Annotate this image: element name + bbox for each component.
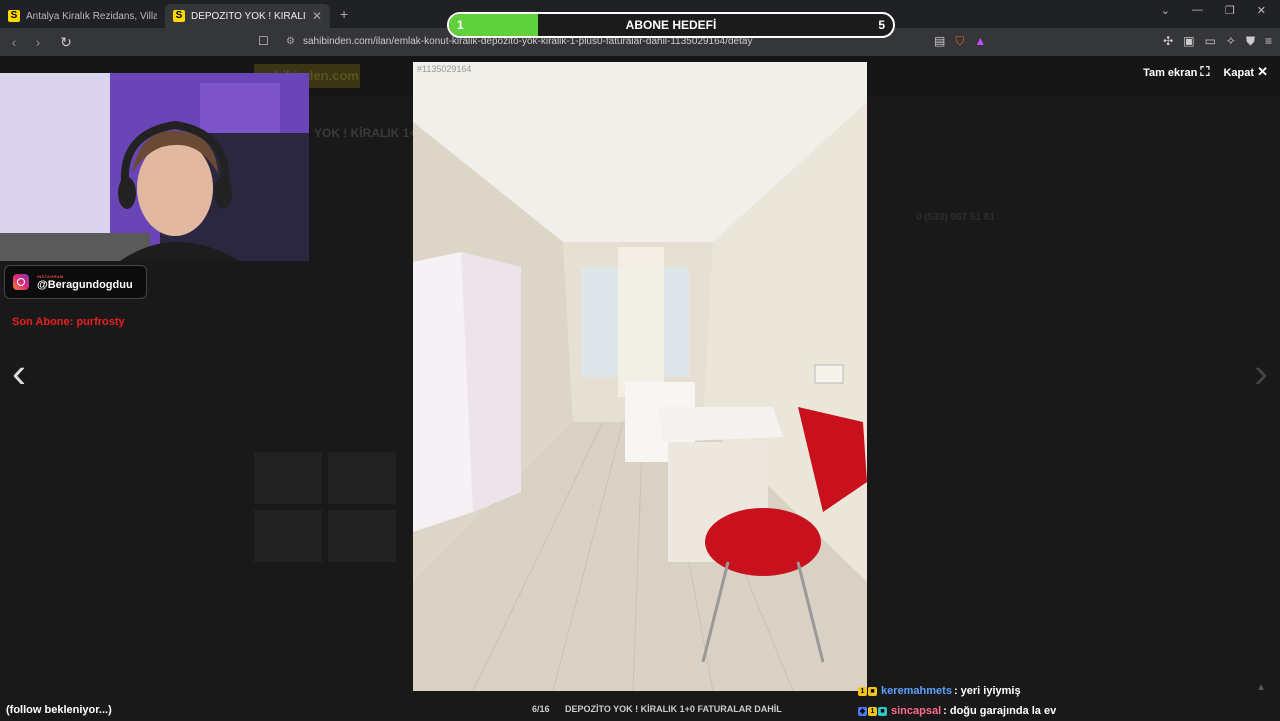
forward-icon[interactable]: › (28, 34, 48, 50)
reload-icon[interactable]: ↻ (56, 34, 76, 51)
goal-title: ABONE HEDEFİ (625, 18, 717, 32)
sahibinden-favicon: S (8, 10, 20, 22)
instagram-badge: INSTAGRAM @Beragundogduu (4, 265, 147, 299)
thumbnail (254, 510, 322, 562)
tab-title: Antalya Kiralık Rezidans, Villa, Müstaki… (26, 10, 157, 22)
photo-id: #1135029164 (417, 64, 472, 74)
webcam-illustration (0, 73, 309, 261)
address-actions: ▤ ⛉ ▲ (934, 34, 986, 49)
subscriber-badge-icon: 1 (868, 706, 877, 716)
room-photo-illustration (413, 62, 867, 691)
chat-message: 1 ■ keremahmets : yeri iyiymiş (858, 681, 1158, 701)
restore-icon[interactable]: ❐ (1225, 4, 1235, 17)
instagram-handle: @Beragundogduu (37, 278, 133, 291)
chat-badges: 1 ■ (858, 686, 877, 696)
lightbox-top-controls: Tam ekran ⛶ Kapat ✕ (1143, 64, 1268, 80)
fullscreen-icon: ⛶ (1200, 64, 1210, 79)
new-tab-button[interactable]: + (340, 6, 348, 22)
extensions-icon[interactable]: ✣ (1163, 34, 1173, 49)
close-label: Kapat (1223, 67, 1255, 79)
chat-text: : yeri iyiymiş (953, 685, 1021, 697)
gift-badge-icon: ■ (868, 686, 877, 696)
subscriber-goal-bar: 1 ABONE HEDEFİ 5 (447, 12, 895, 38)
thumbnail (328, 510, 396, 562)
vpn-icon[interactable]: ⛊ (1246, 34, 1255, 49)
chat-username: keremahmets (881, 685, 952, 697)
listing-title: YOK ! KİRALIK 1+ (314, 126, 417, 140)
window-close-icon[interactable]: ✕ (1257, 4, 1266, 17)
chat-username: sincapsal (891, 705, 942, 717)
chat-text: : doğu garajında la ev (943, 705, 1057, 717)
chat-badges: ◆ 1 ■ (858, 706, 887, 716)
instagram-icon (13, 274, 29, 290)
browser-tab-1[interactable]: S Antalya Kiralık Rezidans, Villa, Müsta… (0, 4, 165, 28)
close-lightbox-button[interactable]: Kapat ✕ (1223, 64, 1268, 80)
seller-phone: 0 (533) 967 51 81 (916, 212, 995, 223)
browser-tab-2[interactable]: S DEPOZİTO YOK ! KİRALIK 1+0 FATURALAR D… (165, 4, 330, 28)
tab-title: DEPOZİTO YOK ! KİRALIK 1+0 FATURALAR DAH… (191, 10, 306, 22)
close-icon: ✕ (1257, 64, 1268, 79)
tab-list-chevron-icon[interactable]: ⌄ (1161, 4, 1170, 17)
photo-caption: DEPOZİTO YOK ! KİRALIK 1+0 FATURALAR DAH… (565, 704, 782, 714)
tab-close-icon[interactable]: ✕ (312, 9, 322, 23)
sahibinden-favicon: S (173, 10, 185, 22)
brave-shield-icon[interactable]: ⛉ (955, 34, 964, 49)
site-info-icon[interactable]: ⚙ (286, 36, 295, 47)
menu-icon[interactable]: ≡ (1265, 34, 1272, 49)
sidebar-icon[interactable]: ▣ (1183, 34, 1194, 49)
thumbnail (254, 452, 322, 504)
extension-icons: ✣ ▣ ▭ ✧ ⛊ ≡ (1163, 34, 1272, 49)
subscriber-badge-icon: 1 (858, 686, 867, 696)
fullscreen-label: Tam ekran (1143, 67, 1198, 79)
thumbnail-grid (254, 452, 396, 562)
brave-rewards-icon[interactable]: ▲ (974, 34, 986, 49)
streamer-webcam (0, 73, 309, 261)
follow-waiting-text: (follow bekleniyor...) (6, 704, 112, 716)
next-photo-chevron-icon[interactable]: › (1254, 352, 1268, 394)
thumbnail (328, 452, 396, 504)
reader-mode-icon[interactable]: ▤ (934, 34, 945, 49)
scroll-to-top-icon[interactable]: ▲ (1256, 682, 1266, 693)
photo-counter: 6/16 (532, 704, 550, 714)
window-controls: ⌄ — ❐ ✕ (1161, 4, 1280, 17)
bookmark-icon[interactable]: ☐ (258, 34, 269, 48)
stream-chat: 1 ■ keremahmets : yeri iyiymiş ◆ 1 ■ sin… (858, 681, 1158, 721)
minimize-icon[interactable]: — (1192, 4, 1203, 17)
last-subscriber: Son Abone: purfrosty (12, 316, 125, 328)
leo-ai-icon[interactable]: ✧ (1226, 34, 1236, 49)
fullscreen-button[interactable]: Tam ekran ⛶ (1143, 64, 1209, 80)
shield-badge-icon: ◆ (858, 706, 867, 716)
chat-message: ◆ 1 ■ sincapsal : doğu garajında la ev (858, 701, 1158, 721)
listing-photo[interactable]: #1135029164 (413, 62, 867, 691)
prime-badge-icon: ■ (878, 706, 887, 716)
previous-photo-chevron-icon[interactable]: ‹ (12, 352, 26, 394)
wallet-icon[interactable]: ▭ (1205, 34, 1216, 49)
back-icon[interactable]: ‹ (4, 34, 24, 50)
goal-end-value: 5 (878, 18, 885, 32)
